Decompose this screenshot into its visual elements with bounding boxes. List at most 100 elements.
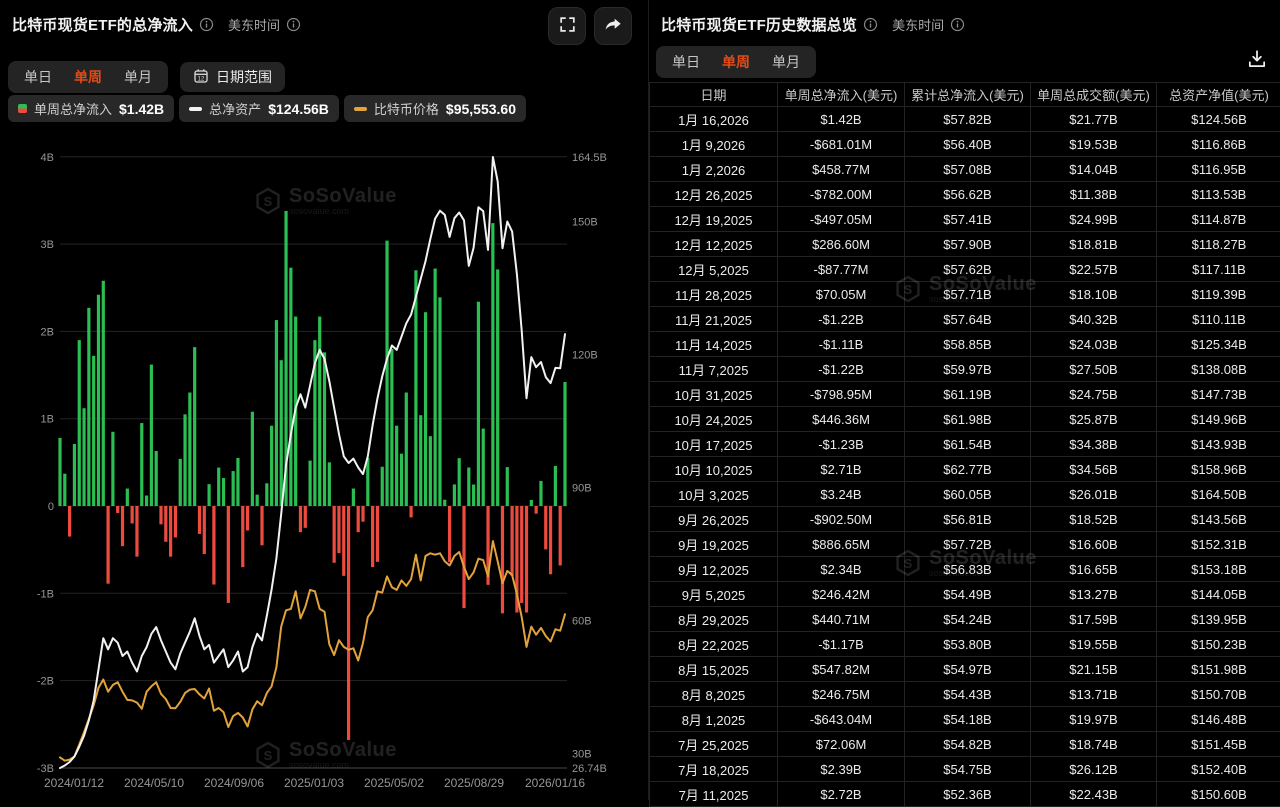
table-row: 12月 19,2025-$497.05M$57.41B$24.99B$114.8… xyxy=(650,207,1280,232)
cell-value: $70.05M xyxy=(778,282,905,307)
fullscreen-icon xyxy=(558,15,577,37)
tab-单月[interactable]: 单月 xyxy=(761,49,811,75)
period-tabs: 单日单周单月 xyxy=(656,46,816,78)
cell-date: 9月 12,2025 xyxy=(650,557,778,582)
tab-单周[interactable]: 单周 xyxy=(63,64,113,90)
etf-flows-chart[interactable]: 4B3B2B1B0-1B-2B-3B164.5B150B120B90B60B30… xyxy=(0,140,648,800)
cell-date: 9月 5,2025 xyxy=(650,582,778,607)
cell-value: $2.34B xyxy=(778,557,905,582)
share-button[interactable] xyxy=(594,7,632,45)
cell-value: $57.90B xyxy=(905,232,1031,257)
cell-value: $246.75M xyxy=(778,682,905,707)
tab-单日[interactable]: 单日 xyxy=(661,49,711,75)
cell-value: $57.62B xyxy=(905,257,1031,282)
cell-value: $110.11B xyxy=(1157,307,1280,332)
cell-value: $57.71B xyxy=(905,282,1031,307)
table-row: 10月 31,2025-$798.95M$61.19B$24.75B$147.7… xyxy=(650,382,1280,407)
cell-value: $53.80B xyxy=(905,632,1031,657)
svg-text:1B: 1B xyxy=(41,414,54,426)
cell-value: $458.77M xyxy=(778,157,905,182)
svg-text:-3B: -3B xyxy=(37,763,54,775)
cell-value: $19.97B xyxy=(1031,707,1157,732)
cell-value: $18.52B xyxy=(1031,507,1157,532)
table-row: 9月 26,2025-$902.50M$56.81B$18.52B$143.56… xyxy=(650,507,1280,532)
legend-chip-white-dash[interactable]: 总净资产$124.56B xyxy=(179,95,339,122)
download-button[interactable] xyxy=(1242,44,1272,77)
legend-value: $95,553.60 xyxy=(446,101,516,117)
legend-chip-green-red-square[interactable]: 单周总净流入$1.42B xyxy=(8,95,174,122)
table-row: 9月 19,2025$886.65M$57.72B$16.60B$152.31B xyxy=(650,532,1280,557)
cell-value: $286.60M xyxy=(778,232,905,257)
legend-chip-orange-dash[interactable]: 比特币价格$95,553.60 xyxy=(344,95,526,122)
cell-date: 7月 25,2025 xyxy=(650,732,778,757)
cell-date: 8月 15,2025 xyxy=(650,657,778,682)
svg-text:60B: 60B xyxy=(572,615,592,627)
table-row: 8月 22,2025-$1.17B$53.80B$19.55B$150.23B xyxy=(650,632,1280,657)
svg-text:2024/05/10: 2024/05/10 xyxy=(124,776,184,790)
info-icon[interactable] xyxy=(950,17,965,32)
cell-value: $2.71B xyxy=(778,457,905,482)
cell-date: 9月 26,2025 xyxy=(650,507,778,532)
svg-text:2025/05/02: 2025/05/02 xyxy=(364,776,424,790)
cell-value: $14.04B xyxy=(1031,157,1157,182)
cell-value: $54.24B xyxy=(905,607,1031,632)
cell-value: $21.77B xyxy=(1031,107,1157,132)
cell-value: $119.39B xyxy=(1157,282,1280,307)
cell-value: $13.71B xyxy=(1031,682,1157,707)
svg-text:4B: 4B xyxy=(41,152,54,164)
cell-value: $22.57B xyxy=(1031,257,1157,282)
cell-value: $34.38B xyxy=(1031,432,1157,457)
cell-value: $54.43B xyxy=(905,682,1031,707)
cell-value: -$1.22B xyxy=(778,357,905,382)
svg-text:3B: 3B xyxy=(41,239,54,251)
cell-value: $56.83B xyxy=(905,557,1031,582)
table-row: 1月 9,2026-$681.01M$56.40B$19.53B$116.86B xyxy=(650,132,1280,157)
tab-单周[interactable]: 单周 xyxy=(711,49,761,75)
cell-value: $153.18B xyxy=(1157,557,1280,582)
cell-value: -$1.22B xyxy=(778,307,905,332)
cell-value: -$1.11B xyxy=(778,332,905,357)
info-icon[interactable] xyxy=(863,17,878,32)
fullscreen-button[interactable] xyxy=(548,7,586,45)
cell-value: $17.59B xyxy=(1031,607,1157,632)
cell-value: $24.75B xyxy=(1031,382,1157,407)
cell-value: $2.72B xyxy=(778,782,905,807)
cell-value: $72.06M xyxy=(778,732,905,757)
table-row: 9月 12,2025$2.34B$56.83B$16.65B$153.18B xyxy=(650,557,1280,582)
cell-value: $246.42M xyxy=(778,582,905,607)
cell-date: 1月 9,2026 xyxy=(650,132,778,157)
cell-date: 11月 28,2025 xyxy=(650,282,778,307)
cell-date: 1月 2,2026 xyxy=(650,157,778,182)
table-row: 10月 17,2025-$1.23B$61.54B$34.38B$143.93B xyxy=(650,432,1280,457)
tab-单月[interactable]: 单月 xyxy=(113,64,163,90)
cell-value: $18.74B xyxy=(1031,732,1157,757)
cell-value: $56.81B xyxy=(905,507,1031,532)
cell-value: -$1.17B xyxy=(778,632,905,657)
table-row: 12月 12,2025$286.60M$57.90B$18.81B$118.27… xyxy=(650,232,1280,257)
date-range-button[interactable]: 12 日期范围 xyxy=(180,62,285,92)
cell-value: $62.77B xyxy=(905,457,1031,482)
cell-value: $143.93B xyxy=(1157,432,1280,457)
info-icon[interactable] xyxy=(199,17,214,32)
period-tabs: 单日单周单月 xyxy=(8,61,168,93)
etf-history-table: 日期单周总净流入(美元)累计总净流入(美元)单周总成交额(美元)总资产净值(美元… xyxy=(649,82,1280,807)
column-header: 累计总净流入(美元) xyxy=(905,83,1031,107)
table-row: 7月 18,2025$2.39B$54.75B$26.12B$152.40B xyxy=(650,757,1280,782)
cell-value: $26.12B xyxy=(1031,757,1157,782)
cell-value: $54.97B xyxy=(905,657,1031,682)
table-row: 11月 7,2025-$1.22B$59.97B$27.50B$138.08B xyxy=(650,357,1280,382)
flows-panel: 比特币现货ETF的总净流入 美东时间 单日单周单月 12 日期范围 单周总净流入… xyxy=(0,0,648,800)
cell-value: $56.40B xyxy=(905,132,1031,157)
cell-value: $116.86B xyxy=(1157,132,1280,157)
info-icon[interactable] xyxy=(286,17,301,32)
tab-单日[interactable]: 单日 xyxy=(13,64,63,90)
table-row: 12月 5,2025-$87.77M$57.62B$22.57B$117.11B xyxy=(650,257,1280,282)
share-icon xyxy=(603,15,623,38)
table-row: 7月 25,2025$72.06M$54.82B$18.74B$151.45B xyxy=(650,732,1280,757)
column-header: 日期 xyxy=(650,83,778,107)
cell-date: 11月 14,2025 xyxy=(650,332,778,357)
cell-value: $22.43B xyxy=(1031,782,1157,807)
chart-legend: 单周总净流入$1.42B总净资产$124.56B比特币价格$95,553.60 xyxy=(8,95,526,122)
svg-text:2B: 2B xyxy=(41,326,54,338)
cell-date: 8月 8,2025 xyxy=(650,682,778,707)
